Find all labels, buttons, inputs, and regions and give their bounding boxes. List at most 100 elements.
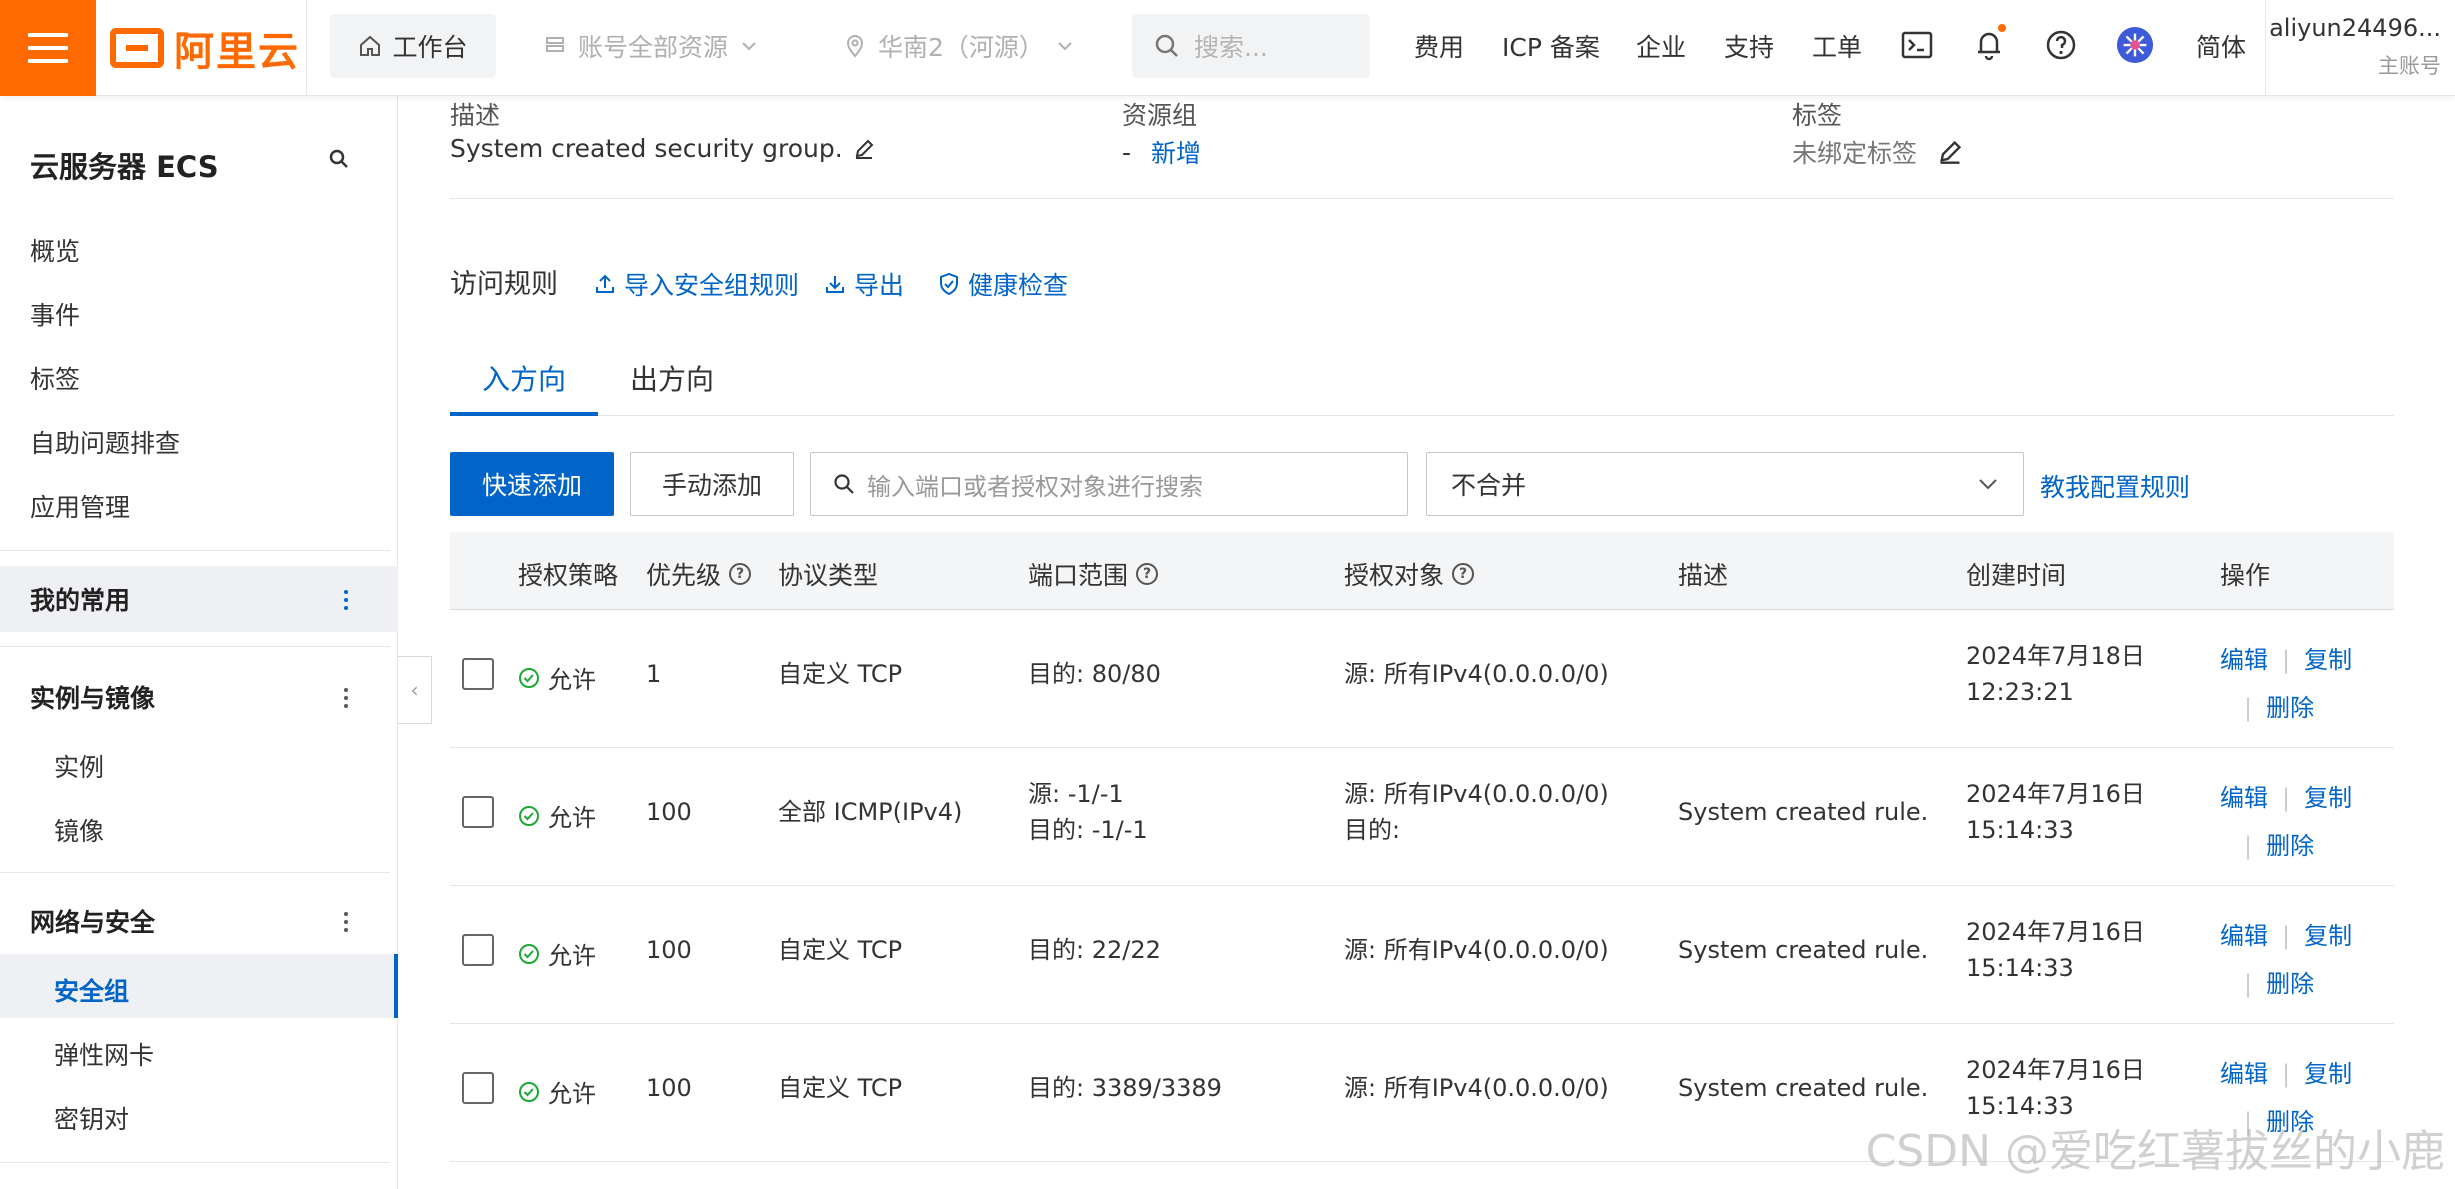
sidebar-item-eni[interactable]: 弹性网卡 <box>54 1036 154 1072</box>
sidebar-search-icon[interactable] <box>328 148 350 174</box>
sidebar-item-app-management[interactable]: 应用管理 <box>30 488 130 524</box>
quick-add-button[interactable]: 快速添加 <box>450 452 614 516</box>
row-checkbox[interactable] <box>462 1072 494 1104</box>
tab-inbound[interactable]: 入方向 <box>482 358 566 398</box>
description-cell: System created rule. <box>1678 1074 1929 1102</box>
direction-tabs: 入方向 出方向 <box>450 344 2394 416</box>
policy-text: 允许 <box>548 1080 596 1108</box>
add-resource-group-link[interactable]: 新增 <box>1151 134 1201 170</box>
row-checkbox[interactable] <box>462 934 494 966</box>
edit-icon[interactable] <box>853 138 875 160</box>
port-cell: 目的: 22/22 <box>1028 936 1161 964</box>
language-switch[interactable]: 简体 <box>2196 28 2246 64</box>
description-label: 描述 <box>450 101 501 130</box>
access-rules-title: 访问规则 <box>450 269 558 300</box>
bell-icon[interactable] <box>1970 24 2008 64</box>
sidebar-item-instance[interactable]: 实例 <box>54 748 104 784</box>
policy-text: 允许 <box>548 804 596 832</box>
sidebar-group-label: 实例与镜像 <box>30 684 156 713</box>
merge-select[interactable]: 不合并 <box>1426 452 2024 516</box>
priority-cell: 100 <box>646 1074 692 1102</box>
sidebar-group-common[interactable]: 我的常用 <box>0 566 398 632</box>
edit-rule-link[interactable]: 编辑 <box>2220 1060 2268 1088</box>
sidebar-item-tags[interactable]: 标签 <box>30 360 80 396</box>
more-vertical-icon[interactable] <box>344 688 348 708</box>
nav-link-ticket[interactable]: 工单 <box>1812 28 1862 64</box>
config-help-link[interactable]: 教我配置规则 <box>2040 468 2190 504</box>
help-icon[interactable] <box>2042 26 2080 64</box>
sidebar-item-troubleshoot[interactable]: 自助问题排查 <box>30 424 180 460</box>
col-priority: 优先级 ? <box>646 556 752 592</box>
copy-rule-link[interactable]: 复制 <box>2304 646 2352 674</box>
region-select[interactable]: 华南2（河源） <box>844 14 1074 78</box>
sidebar-item-events[interactable]: 事件 <box>30 296 80 332</box>
created-date: 2024年7月16日 <box>1966 918 2145 946</box>
question-icon[interactable]: ? <box>1452 563 1475 585</box>
export-link[interactable]: 导出 <box>824 266 904 302</box>
terminal-icon[interactable] <box>1898 26 1936 64</box>
nav-link-fees[interactable]: 费用 <box>1414 28 1464 64</box>
row-checkbox[interactable] <box>462 658 494 690</box>
global-search-input[interactable]: 搜索... <box>1132 14 1370 78</box>
question-icon[interactable]: ? <box>729 563 752 585</box>
sidebar-group-instances[interactable]: 实例与镜像 <box>0 664 398 730</box>
delete-rule-link[interactable]: 删除 <box>2266 970 2314 998</box>
manual-add-button[interactable]: 手动添加 <box>630 452 794 516</box>
delete-rule-link[interactable]: 删除 <box>2266 694 2314 722</box>
port-cell: 目的: 3389/3389 <box>1028 1074 1222 1102</box>
delete-rule-link[interactable]: 删除 <box>2266 832 2314 860</box>
rule-search-input[interactable]: 输入端口或者授权对象进行搜索 <box>810 452 1408 516</box>
nav-link-enterprise[interactable]: 企业 <box>1636 28 1686 64</box>
row-actions: 编辑 | 复制 | 删除 <box>2220 646 2353 722</box>
col-port-label: 端口范围 <box>1028 561 1129 590</box>
divider <box>306 0 307 96</box>
divider <box>0 646 390 647</box>
divider <box>0 1162 390 1163</box>
aliyun-logo[interactable]: 阿里云 <box>110 22 300 75</box>
health-check-link[interactable]: 健康检查 <box>938 266 1068 302</box>
sidebar-title: 云服务器 ECS <box>30 150 219 184</box>
check-circle-icon <box>519 667 539 688</box>
workbench-button[interactable]: 工作台 <box>330 14 496 78</box>
resource-group-dash: - <box>1122 137 1132 167</box>
merge-select-value: 不合并 <box>1451 471 1527 500</box>
copy-rule-link[interactable]: 复制 <box>2304 784 2352 812</box>
nav-link-icp[interactable]: ICP 备案 <box>1502 28 1600 64</box>
copy-rule-link[interactable]: 复制 <box>2304 1060 2352 1088</box>
question-icon[interactable]: ? <box>1136 563 1159 585</box>
resource-group-label: 资源组 <box>1122 101 1198 130</box>
sidebar-group-network[interactable]: 网络与安全 <box>0 888 398 954</box>
tag-value: 未绑定标签 <box>1792 134 1963 170</box>
edit-icon[interactable] <box>1937 139 1963 165</box>
table-row: 允许 1 自定义 TCP 目的: 80/80 源: 所有IPv4(0.0.0.0… <box>450 610 2394 748</box>
created-date: 2024年7月16日 <box>1966 1056 2145 1084</box>
edit-rule-link[interactable]: 编辑 <box>2220 784 2268 812</box>
menu-icon[interactable] <box>0 0 96 96</box>
edit-rule-link[interactable]: 编辑 <box>2220 922 2268 950</box>
priority-cell: 1 <box>646 660 662 688</box>
sidebar-item-overview[interactable]: 概览 <box>30 232 80 268</box>
copy-rule-link[interactable]: 复制 <box>2304 922 2352 950</box>
check-circle-icon <box>519 1081 539 1102</box>
more-vertical-icon[interactable] <box>344 912 348 932</box>
import-rules-link[interactable]: 导入安全组规则 <box>594 266 799 302</box>
col-target: 授权对象 ? <box>1344 556 1475 592</box>
more-vertical-icon[interactable] <box>344 590 348 610</box>
policy-cell: 允许 <box>518 1074 596 1109</box>
sidebar-item-keypair[interactable]: 密钥对 <box>54 1100 129 1136</box>
created-time: 15:14:33 <box>1966 954 2074 982</box>
target-cell: 源: 所有IPv4(0.0.0.0/0) <box>1344 660 1609 688</box>
account-resources-select[interactable]: 账号全部资源 <box>544 14 758 78</box>
edit-rule-link[interactable]: 编辑 <box>2220 646 2268 674</box>
ai-assistant-icon[interactable] <box>2116 26 2154 64</box>
account-menu[interactable]: aliyun24496... 主账号 <box>2265 0 2455 96</box>
export-label: 导出 <box>854 271 905 300</box>
row-checkbox[interactable] <box>462 796 494 828</box>
nav-link-support[interactable]: 支持 <box>1724 28 1774 64</box>
sidebar-item-security-group[interactable]: 安全组 <box>54 972 129 1008</box>
divider <box>0 872 390 873</box>
policy-text: 允许 <box>548 666 596 694</box>
active-tab-indicator <box>450 412 598 416</box>
sidebar-item-image[interactable]: 镜像 <box>54 812 104 848</box>
tab-outbound[interactable]: 出方向 <box>630 358 714 398</box>
